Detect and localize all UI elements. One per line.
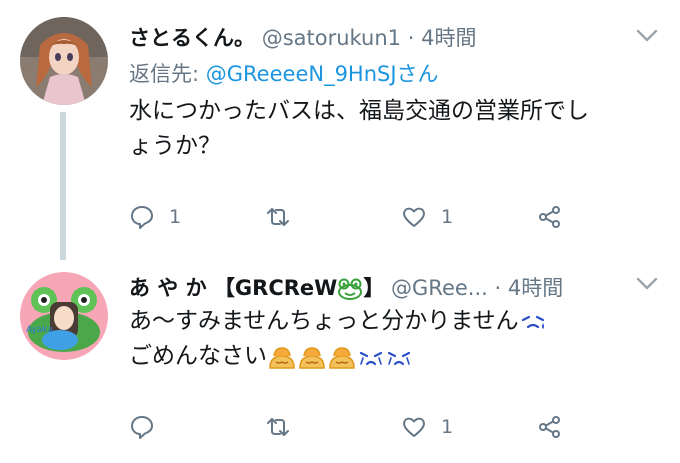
chevron-down-icon[interactable] [636, 28, 658, 42]
tweet-text-segment: あ〜すみませんちょっと分かりません [129, 308, 519, 334]
display-name[interactable]: さとるくん。 [129, 26, 255, 50]
retweet-button[interactable] [265, 412, 305, 442]
svg-text:Ayaka: Ayaka [26, 325, 53, 335]
tweet-text-line: あ〜すみませんちょっと分かりません [129, 304, 658, 339]
reply-button[interactable]: 1 [129, 202, 181, 232]
bowing-person-emoji-icon [329, 346, 355, 369]
reply-count: 1 [169, 206, 182, 228]
user-avatar-satorukun[interactable] [20, 17, 108, 105]
separator-dot: · [494, 276, 502, 300]
like-button[interactable]: 1 [401, 202, 453, 232]
tweet-text: あ〜すみませんちょっと分かりません ごめんなさい [129, 304, 658, 374]
heart-icon [403, 207, 425, 227]
user-handle[interactable]: @GRee... [391, 276, 488, 300]
tweet-text: 水につかったバスは、福島交通の営業所でし ょうか？ [129, 94, 658, 164]
share-button[interactable] [537, 202, 563, 232]
display-name[interactable]: あ や か 【GRCReW 】 [129, 276, 384, 300]
frog-emoji-icon [338, 278, 363, 300]
tweet-text-line: ごめんなさい [129, 339, 658, 374]
bowing-person-emoji-icon [269, 346, 295, 369]
bowing-person-emoji-icon [299, 346, 325, 369]
tweet-text-line: 水につかったバスは、福島交通の営業所でし [129, 98, 589, 124]
timestamp[interactable]: 4時間 [508, 276, 563, 300]
crying-emoji-icon [359, 351, 383, 365]
like-count: 1 [441, 206, 454, 228]
retweet-icon [267, 208, 289, 226]
tweet-2[interactable]: Ayaka あ や か 【GRCReW 】 @GRee... · 4時間 あ〜すみ… [0, 258, 680, 463]
like-count: 1 [441, 416, 454, 438]
reply-icon [131, 206, 153, 229]
user-handle[interactable]: @satorukun1 [262, 26, 401, 50]
reply-context: 返信先: @GReeeeN_9HnSJさん [129, 58, 439, 88]
heart-icon [403, 417, 425, 437]
tweet-text-line: ょうか？ [129, 133, 221, 159]
retweet-button[interactable] [265, 202, 305, 232]
reply-button[interactable] [129, 412, 169, 442]
tweet-actions: 1 [129, 412, 620, 442]
sweat-emoji-icon [521, 315, 544, 329]
display-name-suffix: 】 [363, 276, 385, 300]
tweet-1[interactable]: さとるくん。 @satorukun1 · 4時間 返信先: @GReeeeN_9… [0, 0, 680, 260]
reply-handle-link[interactable]: @GReeeeN_9HnSJさん [206, 62, 439, 86]
tweet-header: さとるくん。 @satorukun1 · 4時間 [129, 22, 620, 54]
share-button[interactable] [537, 412, 563, 442]
retweet-icon [267, 418, 289, 436]
share-icon [539, 416, 560, 438]
reply-icon [131, 416, 153, 439]
tweet-text-segment: ごめんなさい [129, 343, 267, 369]
chevron-down-icon[interactable] [636, 276, 658, 290]
tweet-actions: 1 1 [129, 202, 620, 232]
reply-prefix: 返信先: [129, 62, 200, 86]
tweet-header: あ や か 【GRCReW 】 @GRee... · 4時間 [129, 272, 620, 304]
timestamp[interactable]: 4時間 [421, 26, 476, 50]
separator-dot: · [407, 26, 415, 50]
thread-connector-line [60, 112, 66, 260]
user-avatar-ayaka[interactable]: Ayaka [20, 272, 108, 360]
display-name-text: あ や か 【GRCReW [129, 276, 338, 300]
like-button[interactable]: 1 [401, 412, 453, 442]
share-icon [539, 206, 560, 228]
crying-emoji-icon [387, 351, 411, 365]
